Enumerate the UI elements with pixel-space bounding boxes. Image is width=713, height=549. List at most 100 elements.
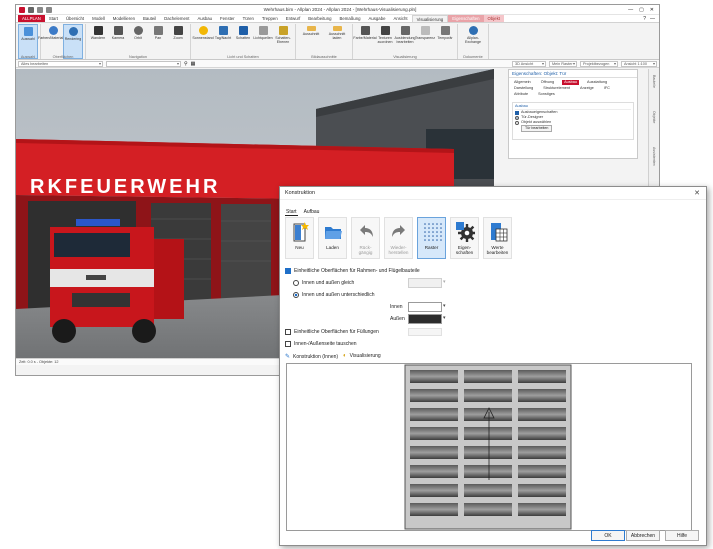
ribbon-button-camera[interactable]: Kamera bbox=[108, 24, 128, 59]
ribbon-button-orbit[interactable]: Orbit bbox=[128, 24, 148, 59]
tab-interior[interactable]: Ausbau bbox=[193, 15, 216, 22]
minimize-ribbon-icon[interactable]: — bbox=[650, 16, 655, 22]
undo-button[interactable]: Rück- gängig bbox=[351, 217, 380, 259]
ribbon-button-textures[interactable]: Texturen zuordnen bbox=[375, 24, 395, 59]
prop-tab-opening[interactable]: Öffnung bbox=[539, 80, 556, 85]
tab-dimensioning[interactable]: Bemaßung bbox=[335, 15, 364, 22]
tab-file[interactable]: ALLPLAN bbox=[18, 15, 45, 22]
edit-door-button[interactable]: Tür bearbeiten bbox=[521, 125, 553, 132]
ribbon-button-daynight[interactable]: Tag/Nacht bbox=[213, 24, 233, 59]
prop-tab-equipment[interactable]: Ausstattung bbox=[585, 80, 609, 85]
outside-color-swatch[interactable] bbox=[408, 314, 442, 324]
swap-sides-option[interactable]: Innen-/Außenseite tauschen bbox=[285, 341, 357, 347]
project-combo[interactable]: Projektbezogen bbox=[580, 60, 618, 67]
chevron-down-icon[interactable]: ▾ bbox=[443, 303, 446, 309]
prop-tab-ifc[interactable]: IFC bbox=[602, 86, 612, 91]
ribbon-button-shadow[interactable]: Schatten bbox=[233, 24, 253, 59]
inside-color-swatch[interactable] bbox=[408, 302, 442, 312]
tab-window[interactable]: Fenster bbox=[216, 15, 239, 22]
help-button[interactable]: Hilfe bbox=[665, 530, 699, 541]
ribbon-button-materials[interactable]: Farben/Materialien bbox=[38, 24, 68, 59]
tab-start[interactable]: Start bbox=[45, 15, 62, 22]
load-button[interactable]: Laden bbox=[318, 217, 347, 259]
dialog-tab-start[interactable]: Start bbox=[285, 209, 298, 216]
ribbon-button-hide[interactable]: Ausblendung bearbeiten bbox=[395, 24, 416, 59]
grid-button[interactable]: Raster bbox=[417, 217, 446, 259]
tab-context-properties[interactable]: Eigenschaften bbox=[448, 15, 484, 22]
checkbox[interactable] bbox=[285, 329, 291, 335]
ribbon-button-lights[interactable]: Lichtquellen bbox=[253, 24, 273, 59]
redo-button[interactable]: Wieder- herstellen bbox=[384, 217, 413, 259]
selection-filter-combo[interactable]: Alles bearbeiten bbox=[18, 60, 103, 67]
ribbon-button-zoom[interactable]: Zoom bbox=[168, 24, 188, 59]
undo-icon[interactable] bbox=[37, 6, 43, 13]
ribbon-button-select[interactable]: Auswahl bbox=[18, 24, 38, 59]
cancel-button[interactable]: Abbrechen bbox=[626, 530, 660, 541]
save-icon[interactable] bbox=[28, 6, 34, 13]
radio-button[interactable] bbox=[515, 120, 519, 125]
side-tab-components[interactable]: Bauteile bbox=[652, 75, 656, 105]
construction-preview[interactable] bbox=[286, 363, 692, 531]
tab-model[interactable]: Modell bbox=[88, 15, 109, 22]
secondary-combo[interactable] bbox=[106, 60, 181, 67]
radio-button[interactable] bbox=[515, 115, 519, 120]
dialog-tab-structure[interactable]: Aufbau bbox=[303, 209, 321, 216]
tab-context-object[interactable]: Objekt bbox=[483, 15, 504, 22]
view-tab-visualization[interactable]: ◐ Visualisierung bbox=[343, 353, 381, 359]
ribbon-button-sun[interactable]: Sonnenstand bbox=[192, 24, 214, 59]
properties-button[interactable]: Eigen- schaften bbox=[450, 217, 479, 259]
new-button[interactable]: Neu bbox=[285, 217, 314, 259]
prop-tab-attributes[interactable]: Attribute bbox=[512, 92, 530, 97]
ok-button[interactable]: OK bbox=[591, 530, 625, 541]
prop-tab-general[interactable]: Allgemein bbox=[512, 80, 533, 85]
app-logo-icon[interactable] bbox=[19, 6, 25, 13]
ribbon-button-color-material[interactable]: Farbe/Material bbox=[353, 24, 377, 59]
tab-doors[interactable]: Türen bbox=[239, 15, 258, 22]
ribbon-button-rendering[interactable]: Rendering bbox=[63, 24, 83, 59]
ribbon-button-walk[interactable]: Wandern bbox=[88, 24, 108, 59]
prop-tab-structure[interactable]: Strukturelement bbox=[541, 86, 572, 91]
ribbon-button-shadow-planes[interactable]: Schatten-Ebenen bbox=[273, 24, 293, 59]
ribbon-button-pan[interactable]: Pan bbox=[148, 24, 168, 59]
radio-button[interactable] bbox=[293, 292, 299, 298]
ribbon-button-temporary[interactable]: Temporär bbox=[435, 24, 455, 59]
checkbox[interactable] bbox=[285, 268, 291, 274]
tab-output[interactable]: Ausgabe bbox=[365, 15, 390, 22]
grid-combo[interactable]: Mein Raster bbox=[549, 60, 577, 67]
tab-design[interactable]: Entwurf bbox=[282, 15, 305, 22]
checkbox[interactable] bbox=[285, 341, 291, 347]
prop-tab-display2[interactable]: Anzeige bbox=[578, 86, 596, 91]
layer-icon[interactable]: ▦ bbox=[191, 61, 196, 67]
tab-roof[interactable]: Dachelement bbox=[160, 15, 193, 22]
tab-view[interactable]: Ansicht bbox=[389, 15, 411, 22]
tab-visualization[interactable]: Visualisierung bbox=[411, 15, 449, 22]
maximize-icon[interactable]: ▢ bbox=[639, 7, 644, 13]
view-combo[interactable]: 3D Ansicht bbox=[512, 60, 546, 67]
ribbon-button-exchange[interactable]: Allplan-Exchange bbox=[460, 24, 486, 59]
tab-component[interactable]: Bauteil bbox=[139, 15, 160, 22]
minimize-icon[interactable]: — bbox=[628, 7, 633, 13]
different-inside-outside-option[interactable]: Innen und außen unterschiedlich bbox=[293, 292, 375, 298]
checkbox[interactable] bbox=[515, 110, 519, 115]
prop-tab-interior[interactable]: Ausbau bbox=[562, 80, 580, 85]
uniform-frame-option[interactable]: Einheitliche Oberflächen für Rahmen- und… bbox=[285, 268, 420, 274]
tab-modeling[interactable]: Modellieren bbox=[109, 15, 139, 22]
binoculars-icon[interactable]: ⚲ bbox=[184, 61, 188, 67]
view-tab-construction[interactable]: ✎ Konstruktion (Innen) bbox=[285, 353, 338, 361]
tab-stairs[interactable]: Treppen bbox=[258, 15, 282, 22]
edit-values-button[interactable]: Werte bearbeiten bbox=[483, 217, 512, 259]
radio-button[interactable] bbox=[293, 280, 299, 286]
help-icon[interactable]: ? bbox=[643, 16, 646, 22]
side-tab-assistants[interactable]: Assistenten bbox=[652, 147, 656, 177]
same-inside-outside-option[interactable]: Innen und außen gleich bbox=[293, 280, 354, 286]
close-icon[interactable]: ✕ bbox=[650, 7, 654, 13]
ribbon-button-transparency[interactable]: Transparenz bbox=[415, 24, 435, 59]
tab-overview[interactable]: Übersicht bbox=[62, 15, 88, 22]
uniform-fill-option[interactable]: Einheitliche Oberflächen für Füllungen bbox=[285, 329, 379, 335]
prop-tab-misc[interactable]: Sonstiges bbox=[536, 92, 557, 97]
prop-tab-display[interactable]: Darstellung bbox=[512, 86, 535, 91]
dialog-close-icon[interactable]: ✕ bbox=[694, 189, 706, 197]
ribbon-button-view[interactable]: Ausschnitt bbox=[298, 24, 324, 59]
side-tab-objects[interactable]: Objekte bbox=[652, 111, 656, 141]
chevron-down-icon[interactable]: ▾ bbox=[443, 315, 446, 321]
